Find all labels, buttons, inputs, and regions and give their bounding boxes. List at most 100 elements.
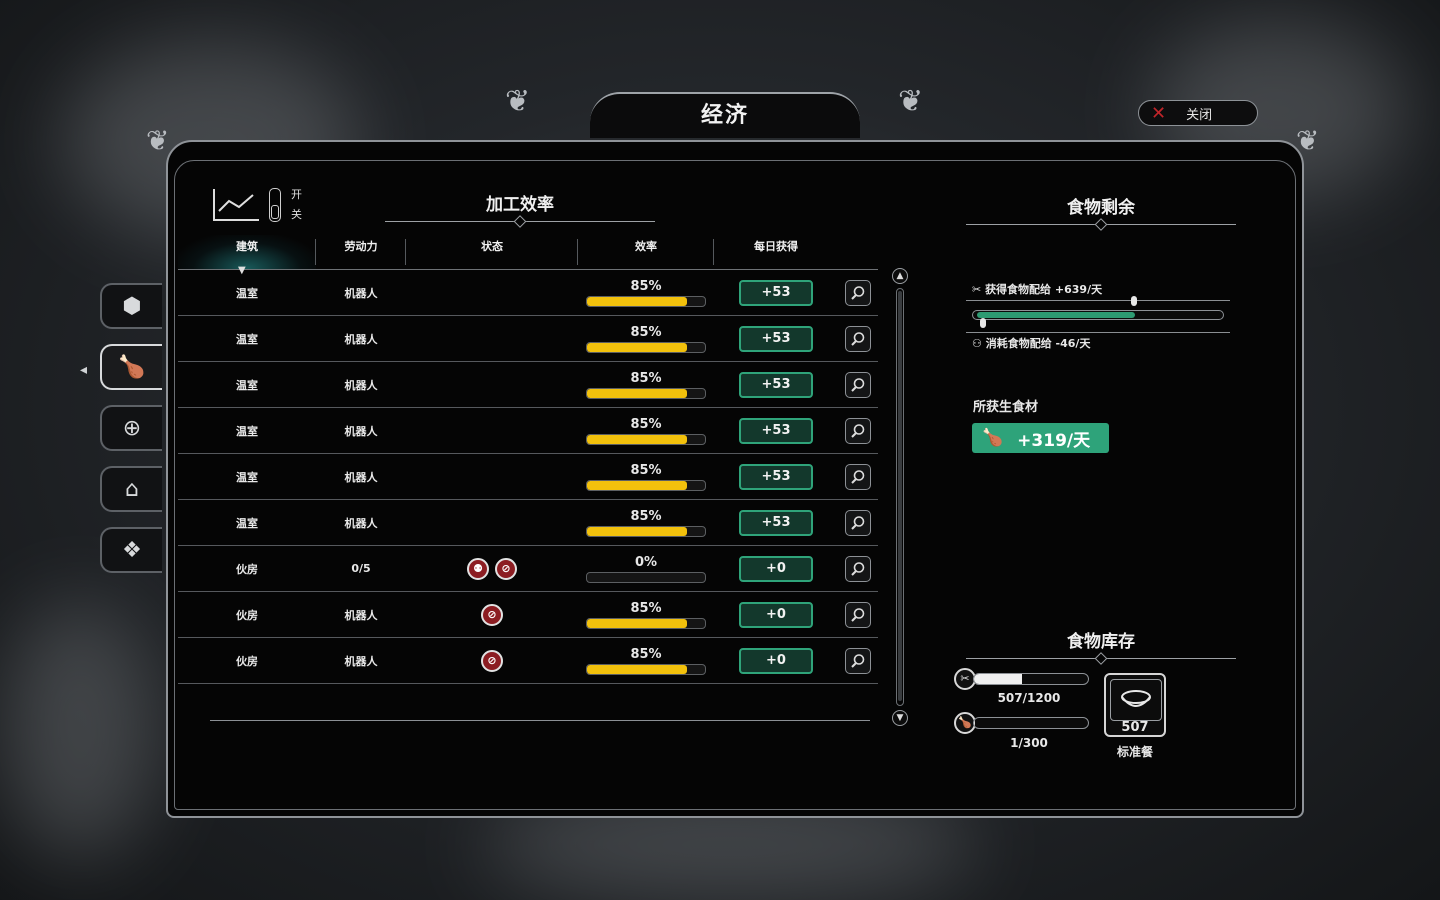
column-status[interactable]: 状态: [406, 235, 578, 269]
food-drumstick-icon: 🍗: [982, 428, 1004, 448]
panel-ornament-left: ❦: [146, 124, 170, 157]
close-button[interactable]: ✕ 关闭: [1138, 100, 1258, 126]
efficiency-value: 85%: [630, 370, 662, 386]
efficiency-value: 85%: [630, 416, 662, 432]
locate-building-button[interactable]: [845, 509, 871, 536]
status-cell: ⚉ ⊘: [406, 557, 578, 580]
locate-building-button[interactable]: [845, 555, 871, 582]
sort-indicator-icon: ▼: [238, 265, 246, 276]
daily-gain-button[interactable]: +53: [739, 325, 813, 352]
locate-building-button[interactable]: [845, 601, 871, 628]
efficiency-value: 0%: [634, 554, 658, 570]
efficiency-cell: 85%: [578, 325, 714, 353]
tab-food[interactable]: 🍗: [100, 344, 162, 390]
daily-gain-button[interactable]: +53: [739, 463, 813, 490]
daily-gain-button[interactable]: +0: [739, 601, 813, 628]
magnifier-icon: [851, 423, 865, 438]
house-icon: ⌂: [125, 476, 139, 502]
diamonds-icon: ❖: [122, 537, 142, 563]
locate-building-button[interactable]: [845, 279, 871, 306]
locate-building-button[interactable]: [845, 463, 871, 490]
locate-building-button[interactable]: [845, 647, 871, 674]
magnifier-icon: [851, 653, 865, 668]
efficiency-value: 85%: [630, 646, 662, 662]
efficiency-bar: [586, 295, 706, 307]
no-entry-icon[interactable]: ⊘: [495, 557, 517, 580]
magnifier-icon: [851, 469, 865, 484]
building-name: 伙房: [236, 562, 258, 576]
no-entry-icon[interactable]: ⊘: [481, 603, 503, 626]
close-label: 关闭: [1186, 107, 1213, 123]
building-name: 温室: [236, 470, 258, 484]
workforce-value: 机器人: [344, 654, 378, 668]
table-row: 伙房 机器人 ⊘ 85% +0: [178, 592, 878, 638]
efficiency-value: 85%: [630, 462, 662, 478]
raw-stock-value: 1/300: [1010, 736, 1048, 750]
table-row: 温室 机器人 85% +53: [178, 454, 878, 500]
hexagon-resource-icon: ⬢: [122, 293, 142, 319]
workforce-value: 机器人: [344, 470, 378, 484]
daily-gain-button[interactable]: +53: [739, 509, 813, 536]
column-workforce[interactable]: 劳动力: [316, 235, 406, 269]
line-graph-icon: [213, 189, 259, 221]
scroll-down-button[interactable]: ▼: [892, 710, 908, 726]
efficiency-cell: 85%: [578, 601, 714, 629]
ration-divider-bottom: [966, 332, 1230, 333]
building-name: 伙房: [236, 608, 258, 622]
table-row: 温室 机器人 85% +53: [178, 408, 878, 454]
workforce-value: 机器人: [344, 608, 378, 622]
efficiency-bar: [586, 571, 706, 583]
raw-food-label: 所获生食材: [973, 400, 1039, 415]
workforce-value: 机器人: [344, 286, 378, 300]
daily-gain-button[interactable]: +0: [739, 555, 813, 582]
efficiency-bar: [586, 341, 706, 353]
graph-toggle[interactable]: 开 关: [213, 185, 302, 225]
magnifier-icon: [851, 607, 865, 622]
tab-other[interactable]: ❖: [100, 527, 162, 573]
table-row: 温室 机器人 85% +53: [178, 500, 878, 546]
table-scrollbar[interactable]: ▲ ▼: [892, 268, 908, 730]
daily-gain-button[interactable]: +53: [739, 371, 813, 398]
efficiency-value: 85%: [630, 600, 662, 616]
scroll-thumb[interactable]: [898, 291, 902, 701]
daily-gain-button[interactable]: +53: [739, 279, 813, 306]
scroll-up-button[interactable]: ▲: [892, 268, 908, 284]
table-row: 温室 机器人 85% +53: [178, 362, 878, 408]
locate-building-button[interactable]: [845, 371, 871, 398]
locate-building-button[interactable]: [845, 417, 871, 444]
table-row: 伙房 机器人 ⊘ 85% +0: [178, 638, 878, 684]
magnifier-icon: [851, 285, 865, 300]
daily-gain-button[interactable]: +0: [739, 647, 813, 674]
efficiency-bar: [586, 663, 706, 675]
column-building[interactable]: 建筑 ▼: [178, 235, 316, 276]
workforce-value: 机器人: [344, 516, 378, 530]
toggle-switch[interactable]: [269, 188, 281, 222]
title-ornament-left: ❦: [505, 84, 531, 119]
efficiency-cell: 85%: [578, 509, 714, 537]
efficiency-bar: [586, 479, 706, 491]
tab-housing[interactable]: ⌂: [100, 466, 162, 512]
standard-meal-slot[interactable]: 507: [1104, 673, 1166, 737]
efficiency-cell: 85%: [578, 279, 714, 307]
tab-medical[interactable]: ⊕: [100, 405, 162, 451]
table-row: 温室 机器人 85% +53: [178, 316, 878, 362]
daily-gain-button[interactable]: +53: [739, 417, 813, 444]
scroll-track[interactable]: [896, 288, 904, 706]
medical-plus-icon: ⊕: [122, 415, 142, 441]
no-entry-icon[interactable]: ⊘: [481, 649, 503, 672]
efficiency-cell: 85%: [578, 463, 714, 491]
locate-building-button[interactable]: [845, 325, 871, 352]
efficiency-bar: [586, 387, 706, 399]
meal-count: 507: [1121, 720, 1149, 735]
magnifier-icon: [851, 561, 865, 576]
efficiency-value: 85%: [630, 278, 662, 294]
efficiency-bar: [586, 617, 706, 629]
tab-resources[interactable]: ⬢: [100, 283, 162, 329]
column-daily[interactable]: 每日获得: [714, 235, 838, 269]
table-header: 建筑 ▼ 劳动力 状态 效率 每日获得: [178, 235, 878, 276]
meal-name: 标准餐: [1116, 745, 1153, 759]
column-efficiency[interactable]: 效率: [578, 235, 714, 269]
toggle-on-label: 开: [291, 188, 302, 201]
workforce-value: 机器人: [344, 332, 378, 346]
workers-missing-icon[interactable]: ⚉: [467, 557, 489, 580]
